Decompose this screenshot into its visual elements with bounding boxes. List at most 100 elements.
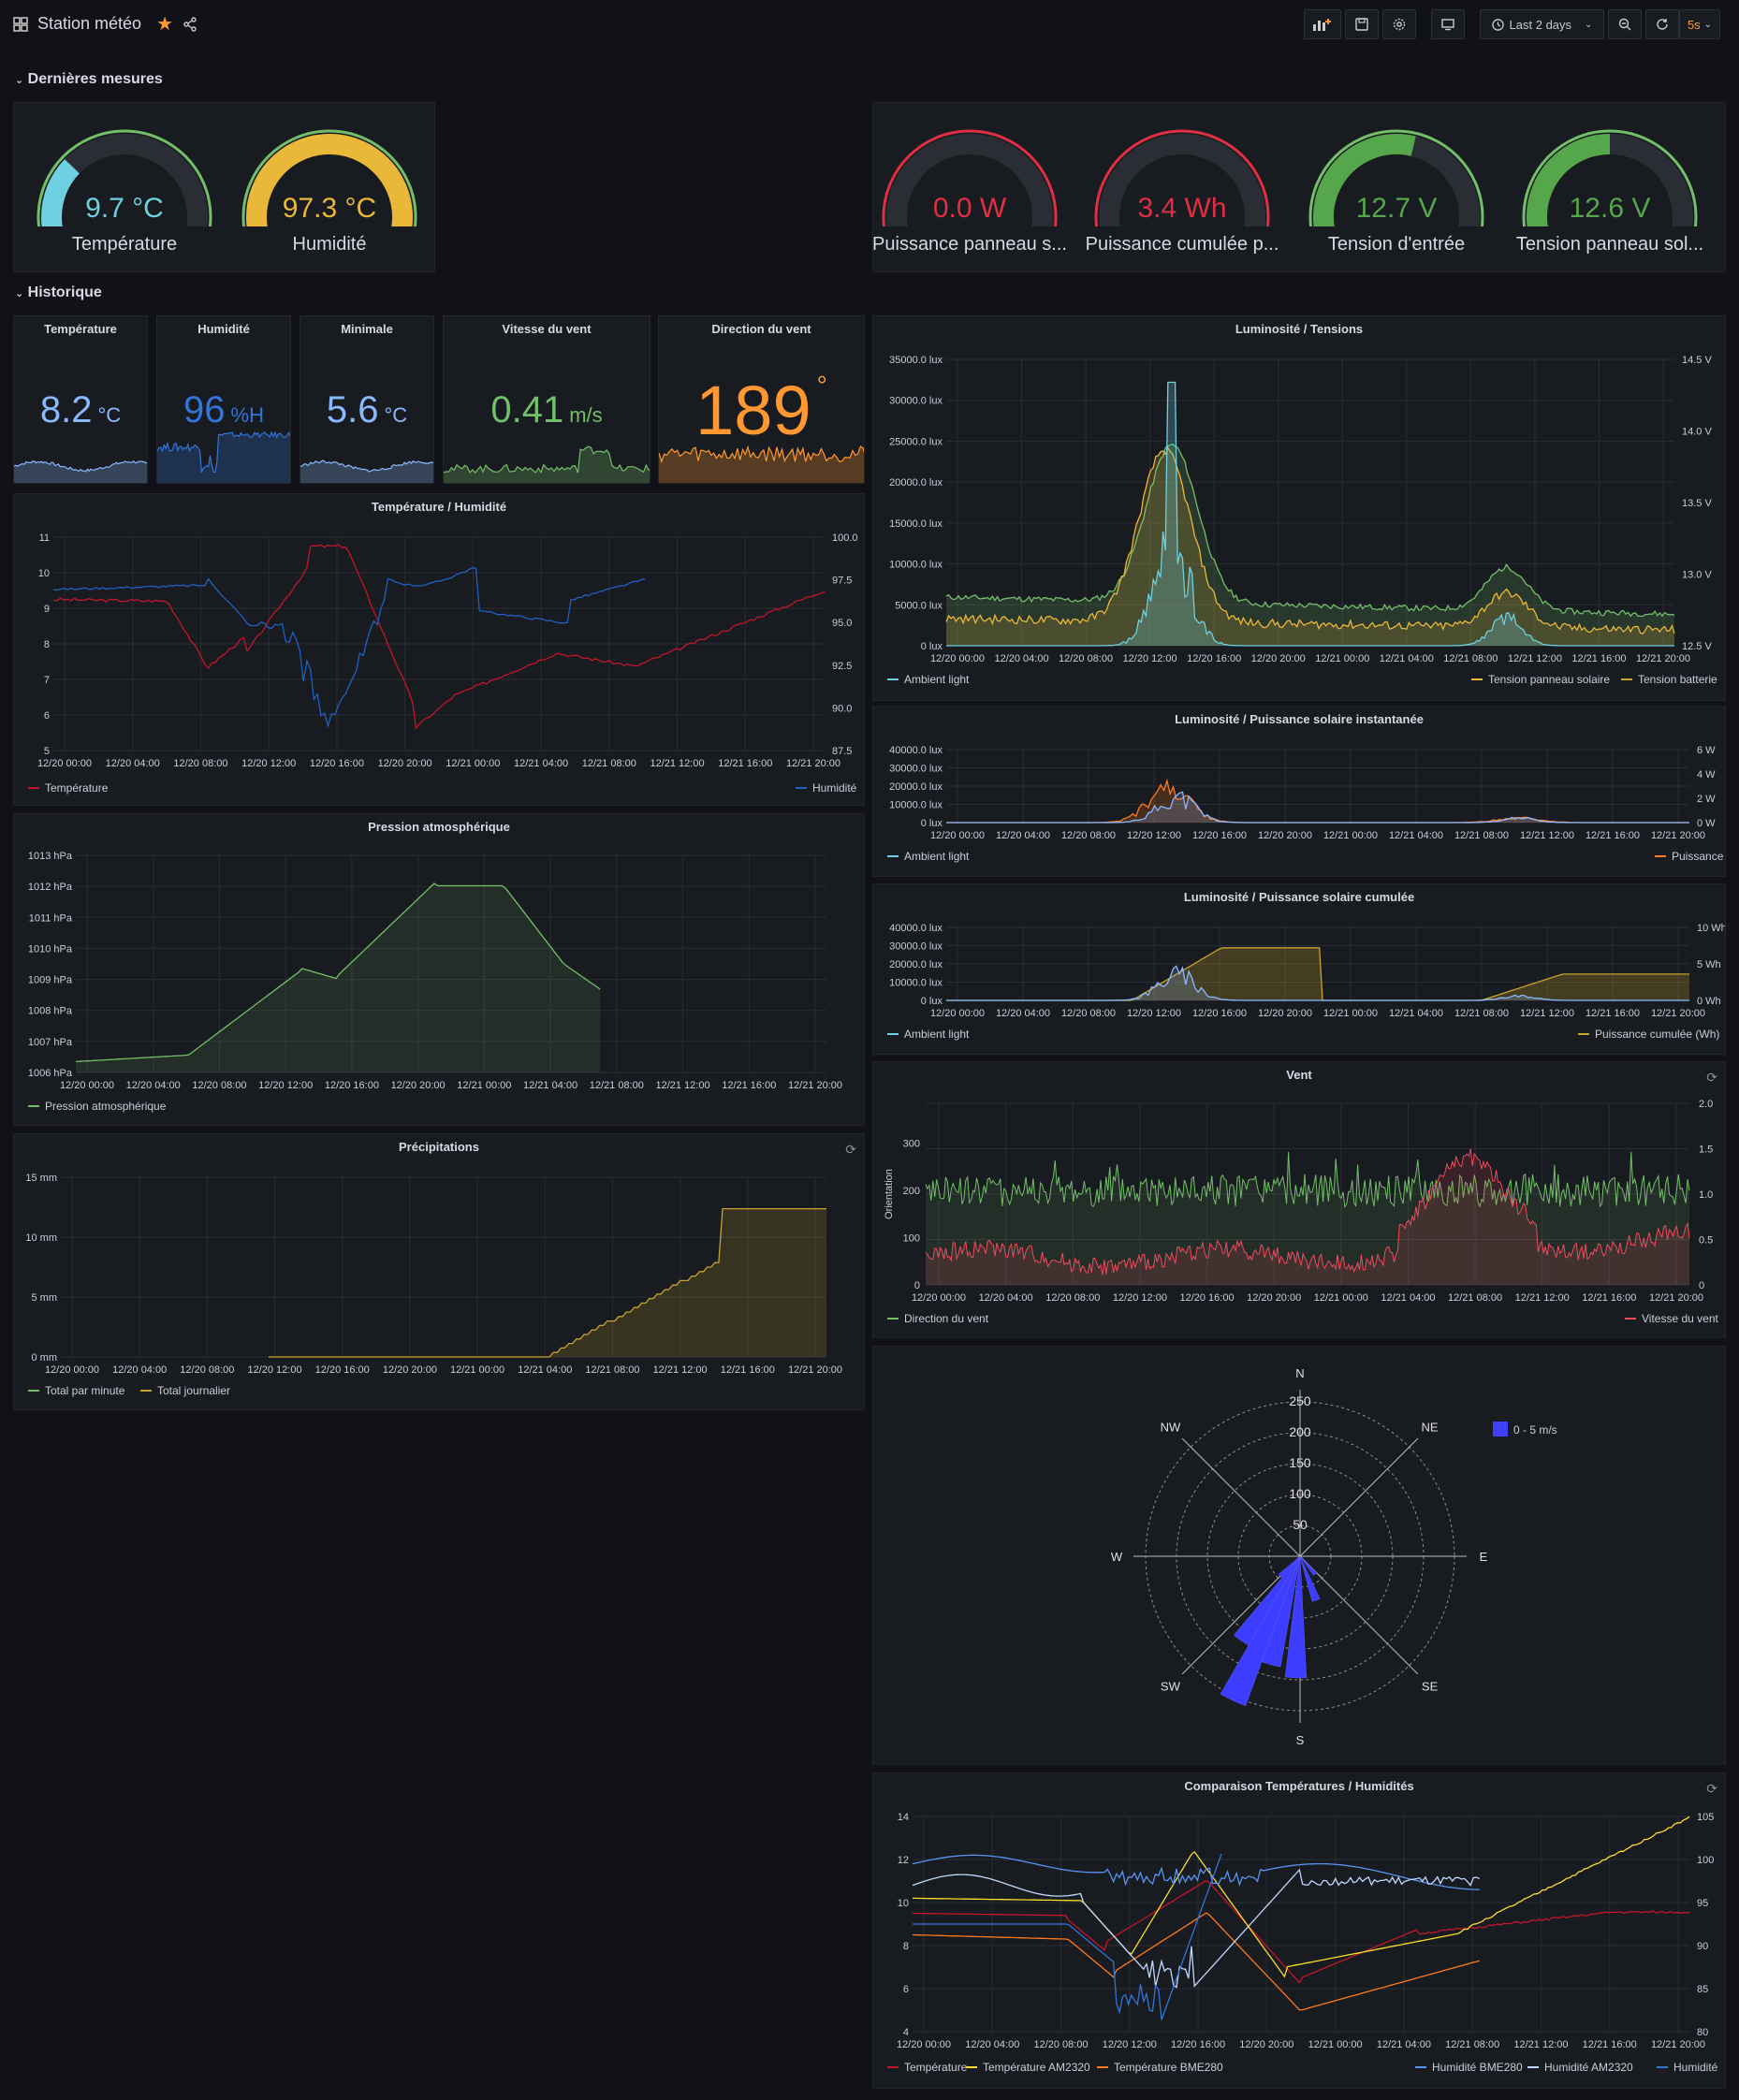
axis-label: 12/21 16:00 [721, 1364, 775, 1376]
clock-icon [1491, 18, 1504, 31]
legend-item[interactable]: Direction du vent [887, 1312, 988, 1325]
legend-item[interactable]: Ambient light [887, 1028, 969, 1041]
axis-label: 1009 hPa [28, 975, 73, 986]
legend-swatch [887, 1033, 899, 1035]
row-latest-header[interactable]: ⌄ Dernières mesures [15, 71, 163, 88]
tv-mode-button[interactable] [1431, 9, 1465, 39]
time-range-picker[interactable]: Last 2 days ⌄ [1480, 9, 1604, 39]
panel-wind[interactable]: Vent ⟳ 300 200 100 0 2.0 1.5 1.0 0.5 0 12/20 00:0… [872, 1061, 1726, 1338]
row-history-header[interactable]: ⌄ Historique [15, 284, 102, 301]
axis-label: 4 W [1697, 769, 1716, 780]
axis-label: 12/20 00:00 [45, 1364, 99, 1376]
save-dashboard-button[interactable] [1345, 9, 1379, 39]
panel-temp-humidity[interactable]: Température / Humidité 11 10 9 8 7 6 5 100.0 97.… [13, 493, 865, 806]
refresh-interval-picker[interactable]: 5s ⌄ [1679, 9, 1720, 39]
axis-label: 12/20 20:00 [383, 1364, 437, 1376]
panel-pressure[interactable]: Pression atmosphérique 1013 hPa 1012 hPa 1… [13, 813, 865, 1126]
settings-button[interactable] [1382, 9, 1416, 39]
axis-label: 105 [1697, 1812, 1714, 1823]
rose-direction-label: SW [1161, 1680, 1181, 1694]
axis-label: 12/21 08:00 [1443, 653, 1498, 664]
gauge-5[interactable]: 12.6 V Tension panneau sol... [1516, 114, 1703, 264]
legend-item[interactable]: Température BME280 [1097, 2061, 1223, 2074]
gauge-4[interactable]: 12.7 V Tension d'entrée [1303, 114, 1490, 264]
gauge-value: 3.4 Wh [1137, 193, 1227, 224]
gauge-value: 9.7 °C [85, 193, 164, 224]
gauge-0[interactable]: 9.7 °C Température [31, 114, 218, 264]
refresh-button[interactable] [1645, 9, 1679, 39]
legend-item[interactable]: Température AM2320 [966, 2061, 1090, 2074]
series-humidite-bme280 [912, 1854, 1480, 1890]
chevron-down-icon: ⌄ [1703, 19, 1713, 30]
axis-label: 12.5 V [1682, 641, 1712, 652]
legend-item[interactable]: Vitesse du vent [1625, 1312, 1718, 1325]
legend-label: Total par minute [45, 1384, 125, 1397]
legend-item[interactable]: Pression atmosphérique [28, 1100, 166, 1113]
legend-item[interactable]: Total journalier [140, 1384, 230, 1397]
gauge-3[interactable]: 3.4 Wh Puissance cumulée p... [1086, 114, 1279, 264]
axis-label: 12/20 12:00 [247, 1364, 301, 1376]
star-icon[interactable]: ★ [156, 12, 173, 36]
sparkline [444, 445, 650, 483]
axis-label: 12/21 08:00 [1454, 1008, 1509, 1019]
panel-compare[interactable]: Comparaison Températures / Humidités ⟳ 1… [872, 1772, 1726, 2089]
panel-luminosity-tensions[interactable]: Luminosité / Tensions 35000.0 lux 30000.0… [872, 315, 1726, 701]
legend-label: Température AM2320 [983, 2061, 1090, 2074]
panel-wind-rose[interactable]: 250 200 150 100 50 N NE E SE S SW W NW 0 - 5 m/s [872, 1346, 1726, 1765]
legend-item[interactable]: Ambient light [887, 673, 969, 686]
share-icon[interactable] [183, 16, 197, 32]
add-panel-button[interactable] [1304, 9, 1341, 39]
series-ambient-light [946, 791, 1689, 824]
panel-luminosity-instant[interactable]: Luminosité / Puissance solaire instantan… [872, 706, 1726, 877]
axis-label: 12/20 04:00 [112, 1364, 167, 1376]
axis-label: 13.5 V [1682, 498, 1712, 509]
gauge-2[interactable]: 0.0 W Puissance panneau s... [872, 114, 1067, 264]
stat-panel-3[interactable]: Vitesse du vent 0.41 m/s [443, 315, 650, 484]
rose-legend-label: 0 - 5 m/s [1513, 1423, 1557, 1436]
axis-label: 12/20 16:00 [1187, 653, 1241, 664]
chart-grid [53, 536, 825, 751]
stat-panel-2[interactable]: Minimale 5.6 °C [300, 315, 434, 484]
legend-label: Température BME280 [1114, 2061, 1223, 2074]
legend-item[interactable]: Tension panneau solaire [1471, 673, 1610, 686]
stat-value: 0.41 m/s [444, 389, 650, 431]
grid-icon[interactable] [13, 16, 28, 32]
axis-label: 12/21 12:00 [1513, 2039, 1568, 2050]
gauge-1[interactable]: 97.3 °C Humidité [236, 114, 423, 264]
rose-direction-label: S [1296, 1733, 1305, 1747]
zoom-out-button[interactable] [1608, 9, 1642, 39]
axis-label: 12/21 08:00 [1445, 2039, 1499, 2050]
legend-item[interactable]: Humidité [796, 781, 856, 795]
stat-panel-0[interactable]: Température 8.2 °C [13, 315, 148, 484]
legend-label: Humidité [1673, 2061, 1718, 2074]
legend-item[interactable]: Total par minute [28, 1384, 124, 1397]
stat-panel-1[interactable]: Humidité 96 %H [156, 315, 291, 484]
gauge-value: 12.6 V [1569, 193, 1651, 224]
legend-label: Tension batterie [1638, 673, 1717, 686]
series-humidity [52, 567, 646, 728]
legend-item[interactable]: Température [887, 2061, 967, 2074]
rose-axis [1181, 1437, 1301, 1557]
legend-label: Ambient light [904, 1028, 970, 1041]
panel-precipitation[interactable]: Précipitations ⟳ 15 mm 10 mm 5 mm 0 mm 12/20… [13, 1133, 865, 1410]
axis-label: 12/20 08:00 [192, 1080, 246, 1091]
legend-item[interactable]: Puissance cumulée (Wh) [1578, 1028, 1719, 1041]
rose-direction-label: NE [1422, 1420, 1439, 1434]
legend-item[interactable]: Puissance [1655, 850, 1723, 863]
legend-item[interactable]: Ambient light [887, 850, 969, 863]
legend-item[interactable]: Humidité BME280 [1415, 2061, 1523, 2074]
axis-label: 12/20 12:00 [258, 1080, 313, 1091]
legend-item[interactable]: Température [28, 781, 108, 795]
stat-value: 5.6 °C [300, 389, 433, 431]
legend-item[interactable]: Humidité [1657, 2061, 1717, 2074]
series-temperature-am2320 [913, 1816, 1690, 1978]
gear-icon [1393, 18, 1406, 31]
axis-label: 12/21 12:00 [650, 758, 704, 769]
stat-panel-4[interactable]: Direction du vent 189 ° [658, 315, 865, 484]
dashboard-title[interactable]: Station météo [37, 14, 141, 34]
axis-label: 6 [44, 710, 50, 722]
axis-label: 5 [44, 746, 50, 757]
legend-item[interactable]: Tension batterie [1621, 673, 1717, 686]
axis-label: 12/20 00:00 [60, 1080, 114, 1091]
legend-item[interactable]: Humidité AM2320 [1527, 2061, 1633, 2074]
